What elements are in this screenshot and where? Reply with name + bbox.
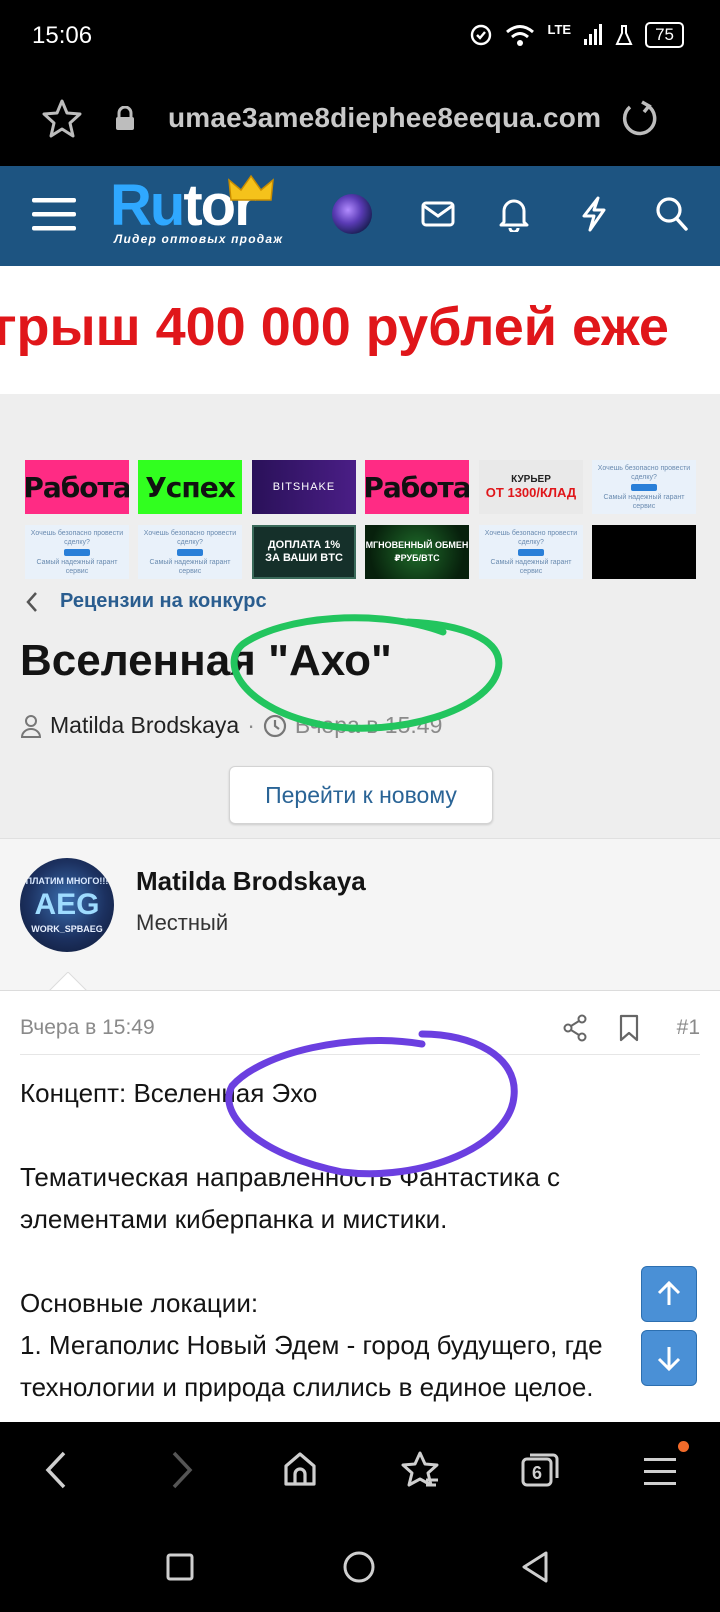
recent-apps-icon[interactable] — [165, 1552, 195, 1582]
ad-guarant[interactable]: Хочешь безопасно провести сделку? Самый … — [592, 460, 696, 514]
forward-icon[interactable] — [170, 1450, 194, 1490]
ad-doplata-line2: ЗА ВАШИ BTC — [265, 552, 343, 564]
network-type: LTE — [547, 21, 572, 37]
post-number[interactable]: #1 — [677, 1016, 700, 1040]
menu-notification-dot — [678, 1441, 689, 1452]
ad-rabota[interactable]: Работа — [25, 460, 129, 514]
author-avatar-bottom: WORK_SPBAEG — [31, 924, 103, 934]
purple-annotation-circle — [225, 1030, 518, 1178]
menu-icon[interactable] — [32, 196, 76, 232]
ad-guarant-3[interactable]: Хочешь безопасно провести сделку? Самый … — [138, 525, 242, 579]
browser-menu-icon[interactable] — [642, 1454, 678, 1488]
user-icon — [20, 714, 42, 738]
bookmark-icon[interactable] — [618, 1014, 640, 1042]
green-annotation-circle — [230, 614, 503, 732]
ad-guarant-3-button — [177, 548, 203, 556]
post-date[interactable]: Вчера в 15:49 — [20, 1016, 155, 1040]
tabs-button[interactable]: 6 — [520, 1450, 560, 1488]
post-line-4: Основные локации: — [20, 1288, 259, 1318]
whats-new-lightning-icon[interactable] — [580, 196, 608, 232]
ad-rabota-2-text: Работа — [365, 470, 469, 504]
scroll-bottom-button[interactable] — [641, 1330, 697, 1386]
battery-indicator: 75 — [645, 22, 684, 48]
ad-guarant-4-button — [518, 548, 544, 556]
ad-guarant-bottom: Самый надежный гарант сервис — [603, 493, 685, 510]
ad-exchange[interactable]: МГНОВЕННЫЙ ОБМЕН ₽РУБ/BTC — [365, 525, 469, 579]
promo-banner-text: грыш 400 000 рублей еже — [0, 297, 669, 357]
ad-courier-line2: ОТ 1300/КЛАД — [485, 485, 577, 500]
author-role: Местный — [136, 910, 229, 935]
arrow-up-icon — [657, 1280, 681, 1305]
scroll-top-button[interactable] — [641, 1266, 697, 1322]
home-icon[interactable] — [282, 1450, 318, 1488]
promo-banner[interactable]: грыш 400 000 рублей еже — [0, 266, 720, 396]
ad-courier-line1: КУРЬЕР — [511, 474, 551, 485]
post-line-5: 1. Мегаполис Новый Эдем - город будущего… — [20, 1330, 603, 1360]
ad-rabota-text: Работа — [25, 470, 129, 504]
user-avatar-icon[interactable] — [332, 194, 372, 234]
author-avatar-text: AEG — [34, 888, 100, 921]
author-name[interactable]: Matilda Brodskaya — [136, 866, 366, 897]
author-avatar[interactable]: ПЛАТИМ МНОГО!!! AEG WORK_SPBAEG — [20, 858, 114, 952]
ad-courier[interactable]: КУРЬЕР ОТ 1300/КЛАД — [479, 460, 583, 514]
ad-bitshake-text: BITSHAKE — [272, 480, 336, 493]
ad-guarant-2[interactable]: Хочешь безопасно провести сделку? Самый … — [25, 525, 129, 579]
logo-ru: Ru — [110, 173, 185, 238]
status-time: 15:06 — [32, 22, 93, 49]
notifications-bell-icon[interactable] — [498, 196, 530, 232]
system-back-icon[interactable] — [520, 1550, 550, 1584]
wifi-icon — [506, 25, 535, 46]
ad-bitshake[interactable]: BITSHAKE — [252, 460, 356, 514]
ad-guarant-4[interactable]: Хочешь безопасно провести сделку? Самый … — [479, 525, 583, 579]
author-card-pointer — [48, 972, 88, 992]
inbox-icon[interactable] — [420, 198, 456, 230]
ad-guarant-2-top: Хочешь безопасно провести сделку? — [30, 529, 124, 546]
go-to-new-button[interactable]: Перейти к новому — [229, 766, 493, 824]
ad-guarant-3-bottom: Самый надежный гарант сервис — [149, 558, 231, 575]
arrow-down-icon — [657, 1347, 681, 1372]
ad-doplata-line1: ДОПЛАТА 1% — [267, 539, 341, 551]
ad-guarant-4-bottom: Самый надежный гарант сервис — [490, 558, 572, 575]
ad-guarant-button — [631, 483, 657, 491]
author-avatar-top: ПЛАТИМ МНОГО!!! — [25, 876, 109, 886]
ad-rabota-2[interactable]: Работа — [365, 460, 469, 514]
bookmark-star-icon[interactable] — [42, 98, 82, 138]
thread-author[interactable]: Matilda Brodskaya — [50, 712, 239, 739]
url-text[interactable]: umae3ame8diephee8eequa.com — [168, 102, 601, 134]
ad-guarant-2-button — [64, 548, 90, 556]
crown-icon — [228, 174, 274, 201]
system-home-icon[interactable] — [342, 1550, 376, 1584]
logo-tagline: Лидер оптовых продаж — [114, 232, 284, 246]
ad-black[interactable] — [592, 525, 696, 579]
ad-guarant-2-bottom: Самый надежный гарант сервис — [36, 558, 118, 575]
ad-uspeh[interactable]: Успех — [138, 460, 242, 514]
ad-uspeh-text: Успех — [145, 470, 236, 504]
ad-exchange-line1: МГНОВЕННЫЙ ОБМЕН — [365, 540, 469, 550]
back-icon[interactable] — [44, 1450, 68, 1490]
share-icon[interactable] — [562, 1014, 588, 1042]
sync-icon — [471, 24, 492, 46]
reload-icon[interactable] — [618, 98, 658, 138]
lab-flask-icon — [615, 25, 633, 45]
tab-count: 6 — [531, 1463, 542, 1483]
post-line-6: технологии и природа слились в единое це… — [20, 1372, 594, 1402]
ad-guarant-4-top: Хочешь безопасно провести сделку? — [484, 529, 578, 546]
ad-doplata[interactable]: ДОПЛАТА 1% ЗА ВАШИ BTC — [252, 525, 356, 579]
post-line-3: элементами киберпанка и мистики. — [20, 1204, 448, 1234]
chevron-left-icon[interactable] — [24, 590, 40, 614]
browser-toolbar — [0, 1422, 720, 1522]
site-logo[interactable]: Rutor Лидер оптовых продаж — [110, 173, 310, 250]
search-icon[interactable] — [655, 196, 689, 232]
ad-exchange-line2: ₽РУБ/BTC — [394, 553, 440, 563]
lock-icon — [116, 106, 134, 130]
ad-guarant-3-top: Хочешь безопасно провести сделку? — [143, 529, 237, 546]
bookmarks-star-icon[interactable] — [400, 1450, 440, 1488]
status-icons: LTE 75 — [469, 20, 684, 50]
signal-icon — [584, 24, 603, 45]
ad-guarant-top: Хочешь безопасно провести сделку? — [597, 464, 691, 481]
